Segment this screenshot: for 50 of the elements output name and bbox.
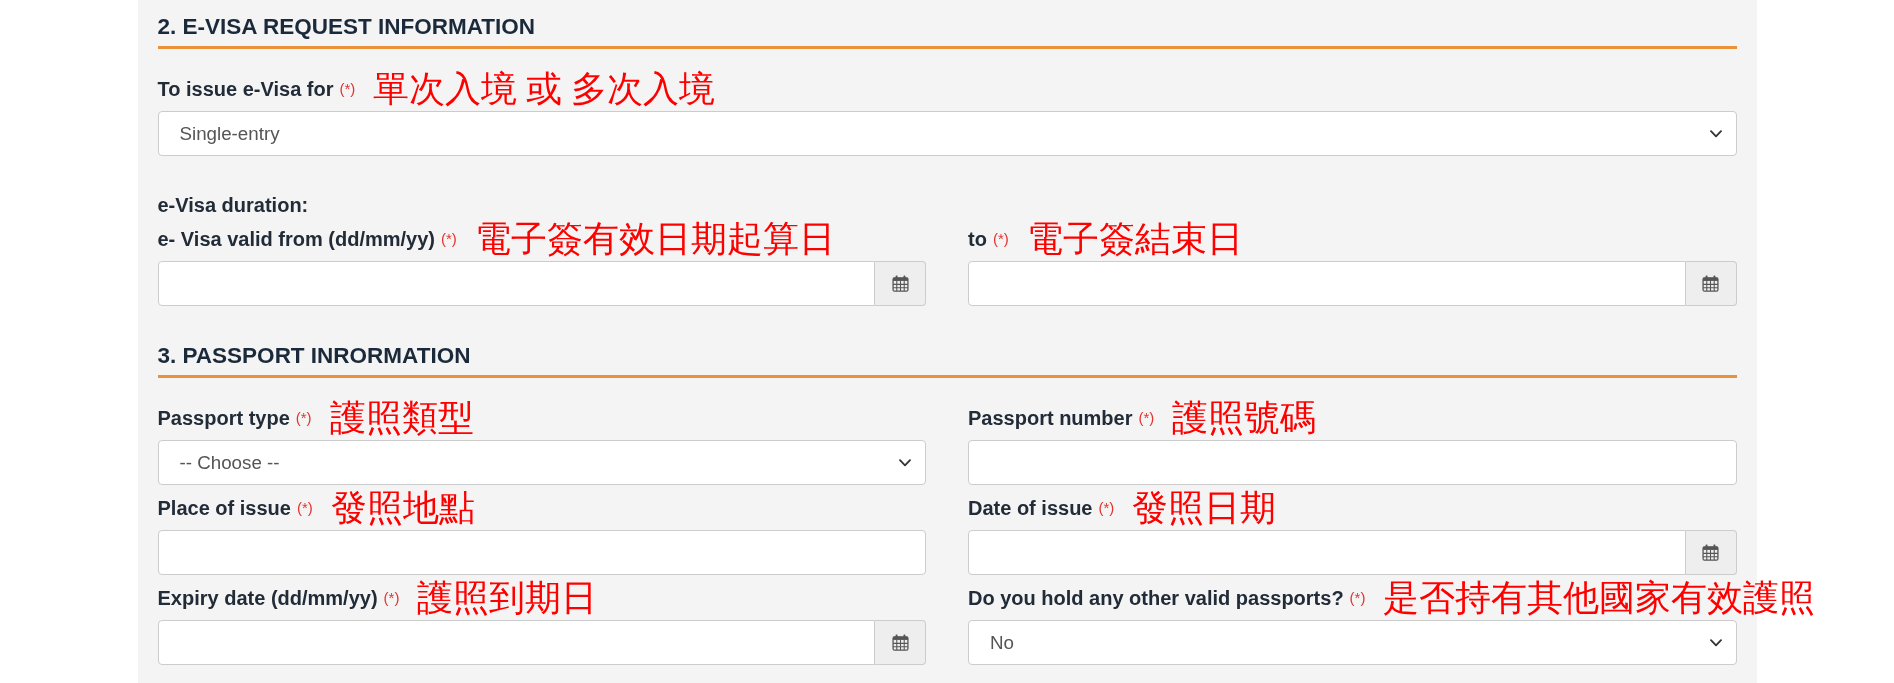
field-label: Expiry date (dd/mm/yy) [157, 586, 378, 610]
required-mark: (*) [1138, 409, 1155, 427]
date-field[interactable] [968, 530, 1686, 575]
field-label: e- Visa valid from (dd/mm/yy) [157, 227, 435, 251]
calendar-icon [1702, 544, 1719, 561]
required-mark: (*) [339, 80, 356, 98]
field-label: Place of issue [157, 496, 291, 520]
section-heading: 2. E-VISA REQUEST INFORMATION [157, 13, 537, 41]
select-field[interactable]: No [968, 620, 1737, 665]
text-field[interactable] [968, 440, 1737, 485]
required-mark: (*) [441, 230, 457, 248]
chevron-down-icon [1709, 638, 1722, 647]
chevron-down-icon [1709, 129, 1722, 138]
annotation-text: 電子簽結束日 [1026, 221, 1243, 257]
date-field[interactable] [157, 261, 875, 306]
annotation-text: 發照地點 [330, 490, 475, 526]
required-mark: (*) [295, 409, 312, 427]
field-label: Date of issue [968, 496, 1093, 520]
annotation-text: 單次入境 或 多次入境 [373, 71, 716, 107]
section-heading: 3. PASSPORT INRORMATION [157, 342, 472, 370]
calendar-button[interactable] [1685, 530, 1737, 575]
field-label: Do you hold any other valid passports? [968, 586, 1344, 610]
calendar-icon [1702, 275, 1719, 292]
select-field[interactable]: -- Choose -- [157, 440, 926, 485]
calendar-icon [891, 634, 909, 651]
field-label: Passport type [157, 406, 290, 430]
annotation-text: 護照號碼 [1172, 400, 1317, 436]
annotation-text: 電子簽有效日期起算日 [474, 221, 835, 257]
required-mark: (*) [296, 499, 313, 517]
calendar-button[interactable] [875, 261, 926, 306]
date-field[interactable] [157, 620, 875, 665]
calendar-button[interactable] [1685, 261, 1737, 306]
calendar-icon [891, 275, 909, 292]
required-mark: (*) [383, 589, 400, 607]
date-field[interactable] [968, 261, 1686, 306]
text-field[interactable] [157, 530, 926, 575]
chevron-down-icon [899, 458, 911, 467]
field-label: To issue e-Visa for [157, 77, 334, 101]
required-mark: (*) [1098, 499, 1115, 517]
calendar-button[interactable] [875, 620, 926, 665]
select-field[interactable]: Single-entry [157, 111, 1737, 156]
annotation-text: 護照類型 [329, 400, 474, 436]
group-label: e-Visa duration: [157, 193, 309, 217]
annotation-text: 發照日期 [1132, 490, 1277, 526]
field-label: Passport number [968, 406, 1133, 430]
field-label: to [968, 227, 987, 251]
required-mark: (*) [1349, 589, 1366, 607]
annotation-text: 護照到期日 [417, 580, 598, 616]
annotation-text: 是否持有其他國家有效護照 [1383, 580, 1816, 616]
required-mark: (*) [992, 230, 1009, 248]
